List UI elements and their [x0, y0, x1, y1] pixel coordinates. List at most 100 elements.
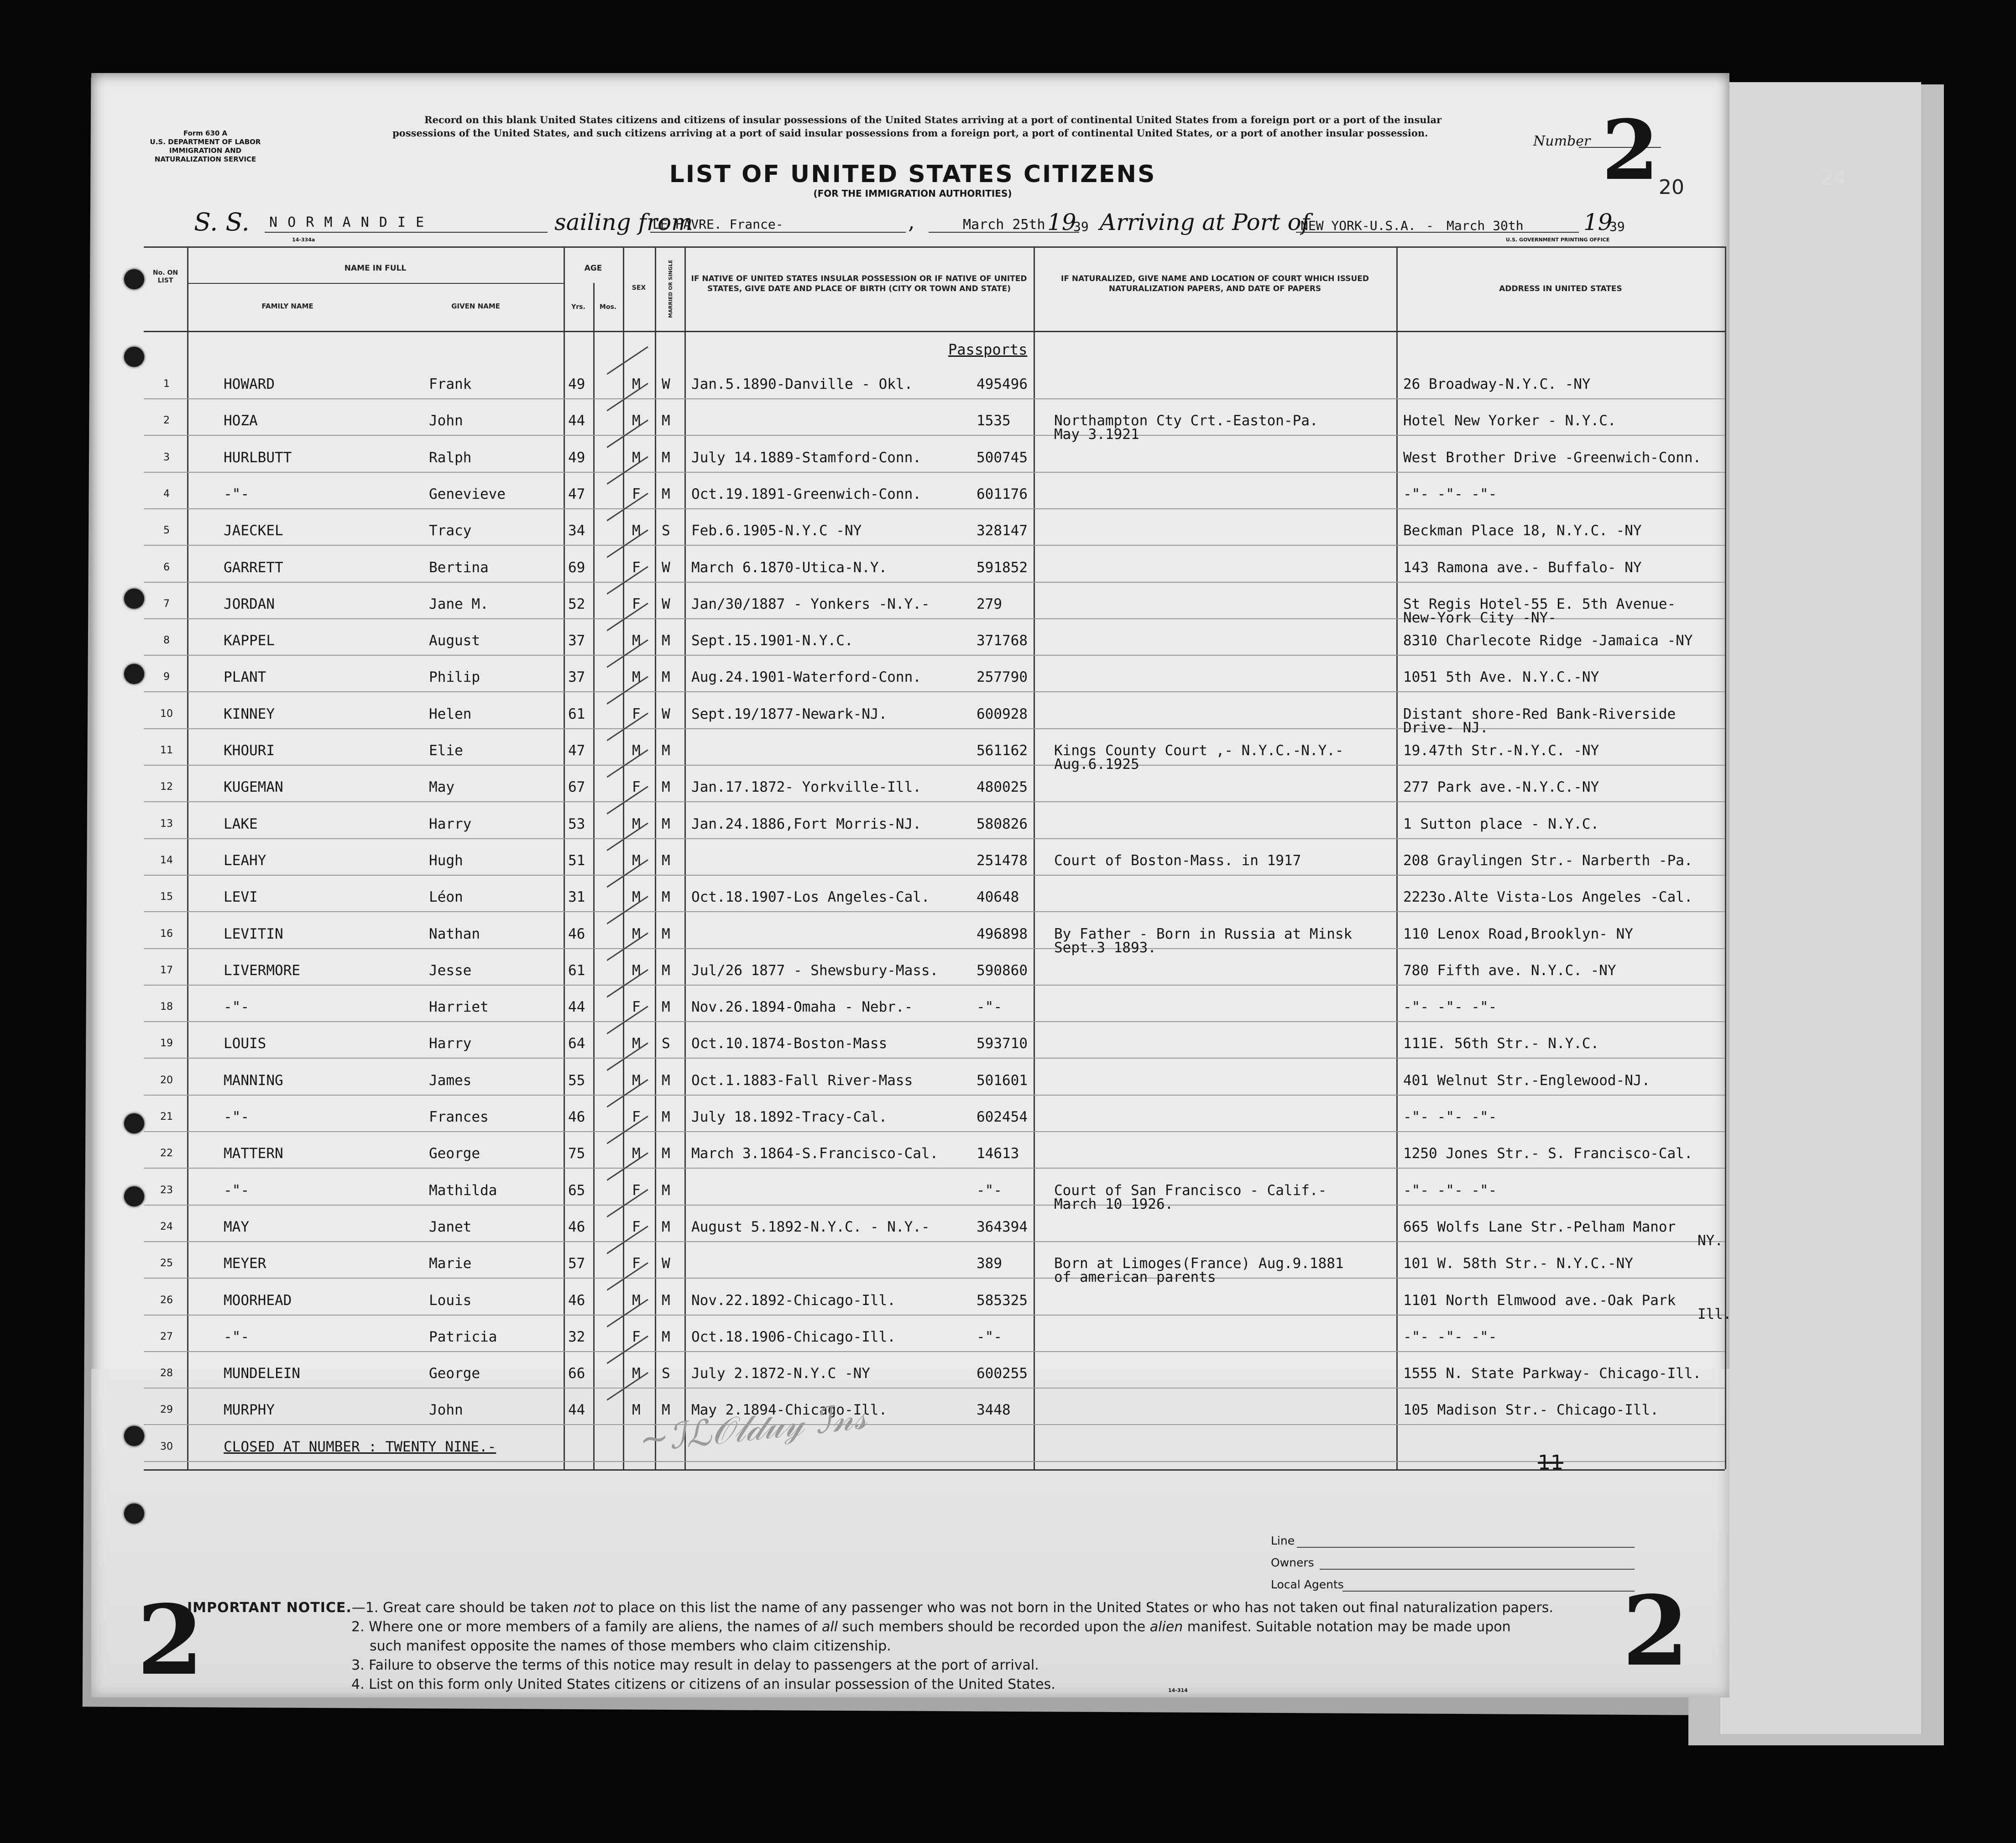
row-rule: [144, 911, 1725, 913]
row-rule: [144, 435, 1725, 436]
cell-age: 34: [568, 522, 585, 539]
col-header-no: No. ON LIST: [152, 269, 178, 284]
cell-age: 44: [568, 1402, 585, 1419]
cell-given: Harriet: [429, 999, 489, 1016]
cell-family: JORDAN: [224, 595, 275, 612]
col-header-birth: IF NATIVE OF UNITED STATES INSULAR POSSE…: [691, 274, 1027, 293]
cell-age: 49: [568, 376, 585, 392]
cell-passport: 40648: [977, 889, 1019, 906]
cell-no: 28: [160, 1368, 173, 1379]
cell-age: 61: [568, 962, 585, 979]
footer-code: 14-314: [1168, 1687, 1188, 1693]
cell-addr: -"- -"- -"-: [1403, 1182, 1497, 1199]
cell-addr: -"- -"- -"-: [1403, 999, 1497, 1016]
cell-age: 47: [568, 742, 585, 759]
cell-no: 20: [160, 1074, 173, 1086]
cell-passport: 500745: [977, 449, 1028, 466]
cell-passport: -"-: [977, 1182, 1002, 1199]
cell-addr: 2223o.Alte Vista-Los Angeles -Cal.: [1403, 889, 1693, 906]
cell-age: 51: [568, 852, 585, 869]
cell-given: Janet: [429, 1218, 472, 1235]
cell-no: 3: [163, 451, 170, 463]
check-mark: [607, 1225, 648, 1254]
row-rule: [144, 1278, 1725, 1279]
check-mark: [607, 786, 648, 814]
cell-addr: 277 Park ave.-N.Y.C.-NY: [1403, 779, 1599, 796]
cell-no: 27: [160, 1331, 173, 1342]
cell-addr: 111E. 56th Str.- N.Y.C.: [1403, 1035, 1599, 1052]
cell-birth: Oct.10.1874-Boston-Mass: [691, 1035, 888, 1052]
cell-given: Jane M.: [429, 595, 489, 612]
col-header-name: NAME IN FULL: [344, 264, 407, 273]
cell-passport: 480025: [977, 779, 1028, 796]
cell-addr-line2: NY.: [1697, 1232, 1723, 1249]
cell-family: -"-: [224, 1109, 249, 1125]
sheet-edge: [1720, 82, 1921, 1734]
check-mark: [607, 1042, 648, 1071]
date-to: March 30th: [1447, 218, 1524, 233]
cell-birth: Sept.19/1877-Newark-NJ.: [691, 705, 888, 722]
cell-no: 24: [160, 1221, 173, 1232]
row-rule: [144, 1461, 1725, 1462]
cell-passport: 257790: [977, 669, 1028, 686]
row-rule: [144, 1241, 1725, 1242]
row-rule: [144, 984, 1725, 986]
check-mark: [607, 712, 648, 741]
cell-given: John: [429, 1402, 463, 1419]
cell-addr: 143 Ramona ave.- Buffalo- NY: [1403, 559, 1642, 576]
cell-addr-line2: New-York City -NY-: [1403, 609, 1556, 626]
cell-addr: 401 Welnut Str.-Englewood-NJ.: [1403, 1072, 1650, 1089]
cell-family: MURPHY: [224, 1402, 275, 1419]
cell-passport: 496898: [977, 925, 1028, 942]
cell-age: 67: [568, 779, 585, 796]
cell-given: Tracy: [429, 522, 472, 539]
cell-age: 61: [568, 705, 585, 722]
cell-given: Philip: [429, 669, 480, 686]
cell-nat-line2: Sept.3 1893.: [1054, 939, 1156, 956]
cell-passport: 279: [977, 595, 1002, 612]
row-rule: [144, 1204, 1725, 1206]
cell-passport: 1535: [977, 412, 1011, 429]
cell-passport: 501601: [977, 1072, 1028, 1089]
cell-passport: 602454: [977, 1109, 1028, 1125]
cell-birth: Jan.24.1886,Fort Morris-NJ.: [691, 815, 921, 832]
check-mark: [607, 456, 648, 485]
cell-passport: 328147: [977, 522, 1028, 539]
row-rule: [144, 1314, 1725, 1316]
year-prefix-to: 19: [1583, 209, 1613, 235]
cell-age: 44: [568, 999, 585, 1016]
cell-given: Hugh: [429, 852, 463, 869]
cell-birth: Oct.19.1891-Greenwich-Conn.: [691, 486, 921, 502]
ss-label: S. S.: [194, 208, 250, 236]
punch-hole: [124, 1426, 144, 1446]
tally-note: 11: [1538, 1451, 1563, 1474]
important-notice: IMPORTANT NOTICE.—1. Great care should b…: [187, 1600, 1553, 1692]
cell-family: HURLBUTT: [224, 449, 292, 466]
cell-given: George: [429, 1145, 480, 1162]
check-mark: [607, 492, 648, 522]
cell-no: 22: [160, 1148, 173, 1159]
cell-age: 66: [568, 1365, 585, 1382]
cell-age: 31: [568, 889, 585, 906]
cell-birth: Sept.15.1901-N.Y.C.: [691, 632, 853, 649]
row-rule: [144, 1424, 1725, 1425]
cell-no: 13: [160, 818, 173, 830]
check-mark: [607, 676, 648, 705]
table-bottom-rule: [144, 1469, 1725, 1471]
row-rule: [144, 691, 1725, 693]
check-mark: [607, 969, 648, 998]
cell-addr-line2: Drive- NJ.: [1403, 719, 1488, 736]
page-note-right: 24: [1821, 167, 1846, 190]
row-rule: [144, 801, 1725, 803]
cell-passport: 561162: [977, 742, 1028, 759]
cell-no: 26: [160, 1294, 173, 1306]
cell-given: Jesse: [429, 962, 472, 979]
cell-family: MOORHEAD: [224, 1292, 292, 1309]
cell-given: Nathan: [429, 925, 480, 942]
check-mark: [607, 1262, 648, 1291]
page-note-left: 20: [1659, 176, 1684, 199]
cell-addr: -"- -"- -"-: [1403, 486, 1497, 502]
cell-family: -"-: [224, 1328, 249, 1345]
cell-birth: July 2.1872-N.Y.C -NY: [691, 1365, 870, 1382]
cell-birth: July 14.1889-Stamford-Conn.: [691, 449, 921, 466]
